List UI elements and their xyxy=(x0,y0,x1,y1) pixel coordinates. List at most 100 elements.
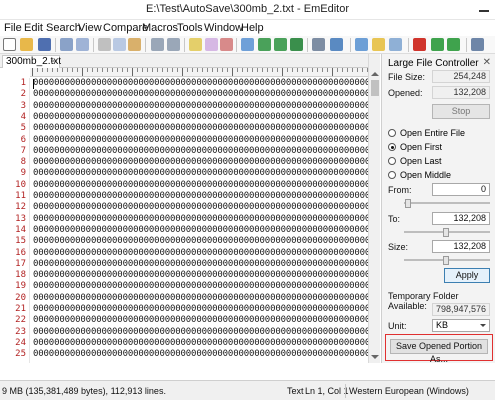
line-number: 13 xyxy=(15,213,26,224)
text-line: 0000000000000000000000000000000000000000… xyxy=(33,258,368,269)
preview-icon[interactable] xyxy=(76,38,89,51)
ruler-tick xyxy=(267,68,268,72)
close-panel-icon[interactable]: ✕ xyxy=(483,57,491,68)
radio-dot[interactable] xyxy=(388,157,396,165)
ruler-tick xyxy=(157,68,158,72)
menu-window[interactable]: Window xyxy=(204,22,243,34)
ruler-tick xyxy=(327,68,328,72)
ruler-tick xyxy=(197,68,198,72)
text-line: 0000000000000000000000000000000000000000… xyxy=(33,89,368,100)
radio-dot-selected[interactable] xyxy=(388,143,396,151)
ruler-tick xyxy=(77,68,78,72)
stop-button[interactable]: Stop xyxy=(432,104,490,119)
ruler-tick xyxy=(252,68,253,72)
menu-tools[interactable]: Tools xyxy=(177,22,203,34)
line-number: 15 xyxy=(15,236,26,247)
opened-value: 132,208 xyxy=(432,86,490,99)
size-slider[interactable] xyxy=(404,256,490,265)
find-next-icon[interactable] xyxy=(205,38,218,51)
plugin-list-icon[interactable] xyxy=(389,38,402,51)
replace-icon[interactable] xyxy=(220,38,233,51)
line-number: 19 xyxy=(15,281,26,292)
ruler-tick xyxy=(297,68,298,72)
editor-area[interactable]: 1 2 3 4 5 6 7 8 9 10 11 12 13 14 15 16 17 18 19 20 21 22 23 24 2… xyxy=(0,78,368,363)
line-number-gutter: 1 2 3 4 5 6 7 8 9 10 11 12 13 14 15 16 17 18 19 20 21 22 23 24 2… xyxy=(0,78,30,363)
large-file-controller: Large File Controller ✕ File Size: 254,2… xyxy=(381,54,495,364)
save-icon[interactable] xyxy=(38,38,51,51)
open-folder-icon[interactable] xyxy=(20,38,33,51)
toolbar-separator xyxy=(236,38,237,52)
ruler-tick xyxy=(242,68,243,72)
unit-select-value: KB xyxy=(436,320,449,330)
scroll-down-icon[interactable] xyxy=(371,355,379,359)
save-opened-portion-button[interactable]: Save Opened Portion As... xyxy=(390,339,488,364)
to-input[interactable]: 132,208 xyxy=(432,212,490,225)
ruler-tick xyxy=(87,68,88,72)
tools-icon[interactable] xyxy=(312,38,325,51)
menu-view[interactable]: View xyxy=(78,22,102,34)
line-number: 23 xyxy=(15,326,26,337)
ruler-tick xyxy=(177,68,178,72)
ruler-tick xyxy=(232,68,233,76)
close-tab-icon[interactable]: × xyxy=(51,56,56,67)
tab-file[interactable]: 300mb_2.txt × xyxy=(2,55,61,68)
plugin-icon[interactable] xyxy=(372,38,385,51)
ruler-tick xyxy=(357,68,358,72)
find-icon[interactable] xyxy=(189,38,202,51)
scrollbar-thumb[interactable] xyxy=(371,80,379,96)
radio-dot[interactable] xyxy=(388,129,396,137)
apply-button[interactable]: Apply xyxy=(444,268,490,283)
size-input[interactable]: 132,208 xyxy=(432,240,490,253)
menu-edit[interactable]: Edit xyxy=(24,22,43,34)
paste-icon[interactable] xyxy=(128,38,141,51)
menu-macros[interactable]: Macros xyxy=(142,22,178,34)
menu-search[interactable]: Search xyxy=(46,22,81,34)
cut-icon[interactable] xyxy=(98,38,111,51)
minimize-icon[interactable] xyxy=(475,0,493,18)
outline-icon[interactable] xyxy=(330,38,343,51)
size-slider-knob[interactable] xyxy=(443,256,449,265)
filter-icon[interactable] xyxy=(241,38,254,51)
from-slider-knob[interactable] xyxy=(405,199,411,208)
text-line: 0000000000000000000000000000000000000000… xyxy=(33,78,368,88)
redo-icon[interactable] xyxy=(167,38,180,51)
from-slider[interactable] xyxy=(404,199,490,208)
select-macro-icon[interactable] xyxy=(471,38,484,51)
text-line: 0000000000000000000000000000000000000000… xyxy=(33,270,368,281)
print-icon[interactable] xyxy=(60,38,73,51)
line-number: 16 xyxy=(15,247,26,258)
radio-dot[interactable] xyxy=(388,171,396,179)
line-number: 4 xyxy=(20,111,26,122)
text-line: 0000000000000000000000000000000000000000… xyxy=(33,281,368,292)
panel-title: Large File Controller xyxy=(388,58,479,69)
menu-help[interactable]: Help xyxy=(241,22,264,34)
from-input[interactable]: 0 xyxy=(432,183,490,196)
undo-icon[interactable] xyxy=(151,38,164,51)
compare-icon[interactable] xyxy=(274,38,287,51)
record-macro-icon[interactable] xyxy=(413,38,426,51)
status-separator xyxy=(345,384,346,398)
text-caret xyxy=(33,79,34,89)
sync-scroll-icon[interactable] xyxy=(290,38,303,51)
to-slider-knob[interactable] xyxy=(443,228,449,237)
line-number: 9 xyxy=(20,168,26,179)
toolbar-separator xyxy=(93,38,94,52)
customize-icon[interactable] xyxy=(355,38,368,51)
to-slider[interactable] xyxy=(404,228,490,237)
menu-file[interactable]: File xyxy=(4,22,22,34)
toolbar-separator xyxy=(307,38,308,52)
text-line: 0000000000000000000000000000000000000000… xyxy=(33,326,368,337)
ruler-tick xyxy=(227,68,228,72)
ruler-tick xyxy=(317,68,318,72)
ruler-tick xyxy=(127,68,128,72)
scroll-up-icon[interactable] xyxy=(371,72,379,76)
vertical-scrollbar[interactable] xyxy=(368,54,380,363)
run-macro-icon[interactable] xyxy=(431,38,444,51)
split-view-icon[interactable] xyxy=(258,38,271,51)
ruler-tick xyxy=(247,68,248,72)
unit-select[interactable]: KB xyxy=(432,319,490,332)
new-file-icon[interactable] xyxy=(3,38,16,51)
copy-icon[interactable] xyxy=(113,38,126,51)
ruler-tick xyxy=(32,68,33,76)
run-macro-fast-icon[interactable] xyxy=(447,38,460,51)
